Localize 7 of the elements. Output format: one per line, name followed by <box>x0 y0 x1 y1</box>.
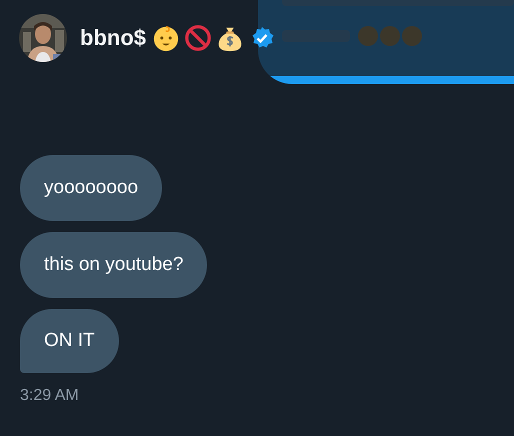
contact-name[interactable]: bbno$ <box>80 25 146 51</box>
message-bubble: ON IT <box>20 309 119 373</box>
prohibited-icon <box>184 24 212 52</box>
message-bubble: yoooooooo <box>20 155 162 221</box>
timestamp: 3:29 AM <box>20 387 79 405</box>
message-bubble: this on youtube? <box>20 232 208 298</box>
baby-icon <box>152 24 180 52</box>
